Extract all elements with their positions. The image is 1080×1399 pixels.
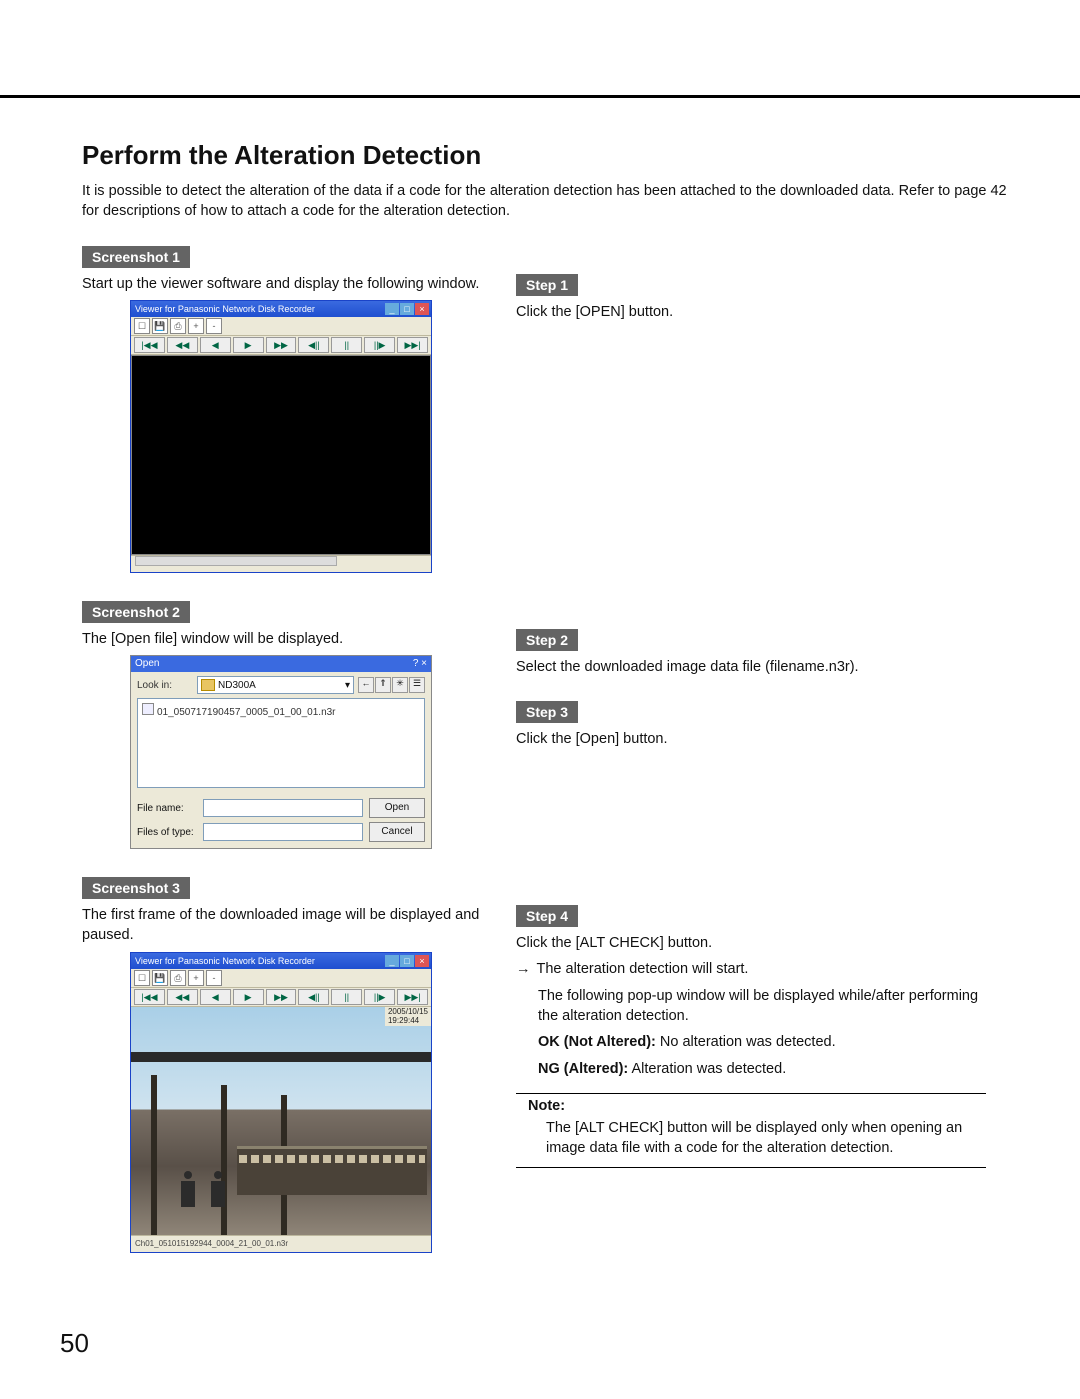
open-file-dialog: Open ? × Look in: ND300A ▾ (130, 655, 432, 849)
step-forward-button[interactable]: ||▶ (364, 337, 395, 353)
window-titlebar: Viewer for Panasonic Network Disk Record… (131, 953, 431, 969)
window-title: Viewer for Panasonic Network Disk Record… (135, 956, 315, 966)
step-back-button[interactable]: ◀ (200, 989, 231, 1005)
skip-start-button[interactable]: |◀◀ (134, 337, 165, 353)
window-maximize-icon[interactable]: □ (400, 955, 414, 967)
arrow-icon: → (516, 959, 531, 979)
viewer-canvas-empty (131, 355, 431, 555)
file-listing[interactable]: 01_050717190457_0005_01_00_01.n3r (137, 698, 425, 788)
viewer-canvas-image: 2005/10/15 19:29:44 (131, 1007, 431, 1235)
step3-text: Click the [Open] button. (516, 729, 986, 749)
step-back-pause-button[interactable]: ◀|| (298, 337, 329, 353)
zoom-in-icon[interactable]: + (188, 318, 204, 334)
print-icon[interactable]: ⎙ (170, 318, 186, 334)
fast-forward-button[interactable]: ▶▶ (266, 989, 297, 1005)
step1-text: Click the [OPEN] button. (516, 302, 986, 322)
frame-timestamp: 2005/10/15 19:29:44 (385, 1007, 431, 1027)
intro-paragraph: It is possible to detect the alteration … (82, 181, 1022, 222)
new-folder-icon[interactable]: ✳ (392, 677, 408, 693)
step1-label: Step 1 (516, 274, 578, 296)
folder-icon (201, 679, 215, 691)
viewer-statusbar: Ch01_051015192944_0004_21_00_01.n3r (131, 1235, 431, 1252)
zoom-in-icon[interactable]: + (188, 970, 204, 986)
zoom-out-icon[interactable]: - (206, 318, 222, 334)
filename-label: File name: (137, 803, 197, 814)
lookin-combo[interactable]: ND300A ▾ (197, 676, 354, 694)
save-icon[interactable]: 💾 (152, 318, 168, 334)
open-icon[interactable]: ☐ (134, 318, 150, 334)
pause-button[interactable]: || (331, 989, 362, 1005)
screenshot1-label: Screenshot 1 (82, 246, 190, 268)
dialog-nav-icons: ← ⇑ ✳ ☰ (358, 677, 425, 693)
rewind-button[interactable]: ◀◀ (167, 989, 198, 1005)
dialog-titlebar: Open ? × (131, 656, 431, 672)
screenshot3-caption: The first frame of the downloaded image … (82, 905, 482, 946)
print-icon[interactable]: ⎙ (170, 970, 186, 986)
window-close-icon[interactable]: × (415, 303, 429, 315)
skip-start-button[interactable]: |◀◀ (134, 989, 165, 1005)
step4-ng: NG (Altered): Alteration was detected. (538, 1059, 986, 1079)
page-number: 50 (60, 1328, 89, 1359)
step4-ok: OK (Not Altered): No alteration was dete… (538, 1032, 986, 1052)
file-icon (142, 703, 154, 715)
window-maximize-icon[interactable]: □ (400, 303, 414, 315)
zoom-out-icon[interactable]: - (206, 970, 222, 986)
note-label: Note: (528, 1098, 986, 1114)
transport-bar: |◀◀ ◀◀ ◀ ▶ ▶▶ ◀|| || ||▶ ▶▶| (131, 988, 431, 1007)
viewer-window-1: Viewer for Panasonic Network Disk Record… (130, 300, 432, 573)
open-button[interactable]: Open (369, 798, 425, 818)
screenshot2-caption: The [Open file] window will be displayed… (82, 629, 482, 649)
window-titlebar: Viewer for Panasonic Network Disk Record… (131, 301, 431, 317)
play-button[interactable]: ▶ (233, 989, 264, 1005)
cancel-button[interactable]: Cancel (369, 822, 425, 842)
skip-end-button[interactable]: ▶▶| (397, 337, 428, 353)
pause-button[interactable]: || (331, 337, 362, 353)
viewer-statusbar (131, 555, 431, 572)
step-forward-button[interactable]: ||▶ (364, 989, 395, 1005)
back-icon[interactable]: ← (358, 677, 374, 693)
window-close-icon[interactable]: × (415, 955, 429, 967)
filetype-label: Files of type: (137, 827, 197, 838)
up-icon[interactable]: ⇑ (375, 677, 391, 693)
window-minimize-icon[interactable]: _ (385, 303, 399, 315)
viewer-window-2: Viewer for Panasonic Network Disk Record… (130, 952, 432, 1253)
views-icon[interactable]: ☰ (409, 677, 425, 693)
dialog-help-close[interactable]: ? × (413, 656, 427, 672)
step3-label: Step 3 (516, 701, 578, 723)
step4-line2: The alteration detection will start. (537, 959, 749, 979)
filename-input[interactable] (203, 799, 363, 817)
window-minimize-icon[interactable]: _ (385, 955, 399, 967)
step4-label: Step 4 (516, 905, 578, 927)
note-body: The [ALT CHECK] button will be displayed… (546, 1118, 986, 1159)
note-block: Note: The [ALT CHECK] button will be dis… (516, 1093, 986, 1168)
lookin-label: Look in: (137, 680, 193, 691)
rewind-button[interactable]: ◀◀ (167, 337, 198, 353)
screenshot2-label: Screenshot 2 (82, 601, 190, 623)
step-back-pause-button[interactable]: ◀|| (298, 989, 329, 1005)
screenshot3-label: Screenshot 3 (82, 877, 190, 899)
transport-bar: |◀◀ ◀◀ ◀ ▶ ▶▶ ◀|| || ||▶ ▶▶| (131, 336, 431, 355)
save-icon[interactable]: 💾 (152, 970, 168, 986)
chevron-down-icon[interactable]: ▾ (345, 680, 350, 691)
file-entry[interactable]: 01_050717190457_0005_01_00_01.n3r (157, 707, 336, 718)
dialog-title: Open (135, 656, 159, 672)
step2-text: Select the downloaded image data file (f… (516, 657, 986, 677)
top-rule (0, 95, 1080, 98)
fast-forward-button[interactable]: ▶▶ (266, 337, 297, 353)
lookin-value: ND300A (218, 680, 256, 691)
viewer-toolbar: ☐ 💾 ⎙ + - (131, 317, 431, 336)
viewer-toolbar: ☐ 💾 ⎙ + - (131, 969, 431, 988)
skip-end-button[interactable]: ▶▶| (397, 989, 428, 1005)
step-back-button[interactable]: ◀ (200, 337, 231, 353)
step2-label: Step 2 (516, 629, 578, 651)
filetype-combo[interactable] (203, 823, 363, 841)
window-title: Viewer for Panasonic Network Disk Record… (135, 304, 315, 314)
page-title: Perform the Alteration Detection (82, 140, 1040, 171)
step4-line1: Click the [ALT CHECK] button. (516, 933, 986, 953)
step4-line3: The following pop-up window will be disp… (538, 986, 986, 1027)
play-button[interactable]: ▶ (233, 337, 264, 353)
open-icon[interactable]: ☐ (134, 970, 150, 986)
screenshot1-caption: Start up the viewer software and display… (82, 274, 482, 294)
